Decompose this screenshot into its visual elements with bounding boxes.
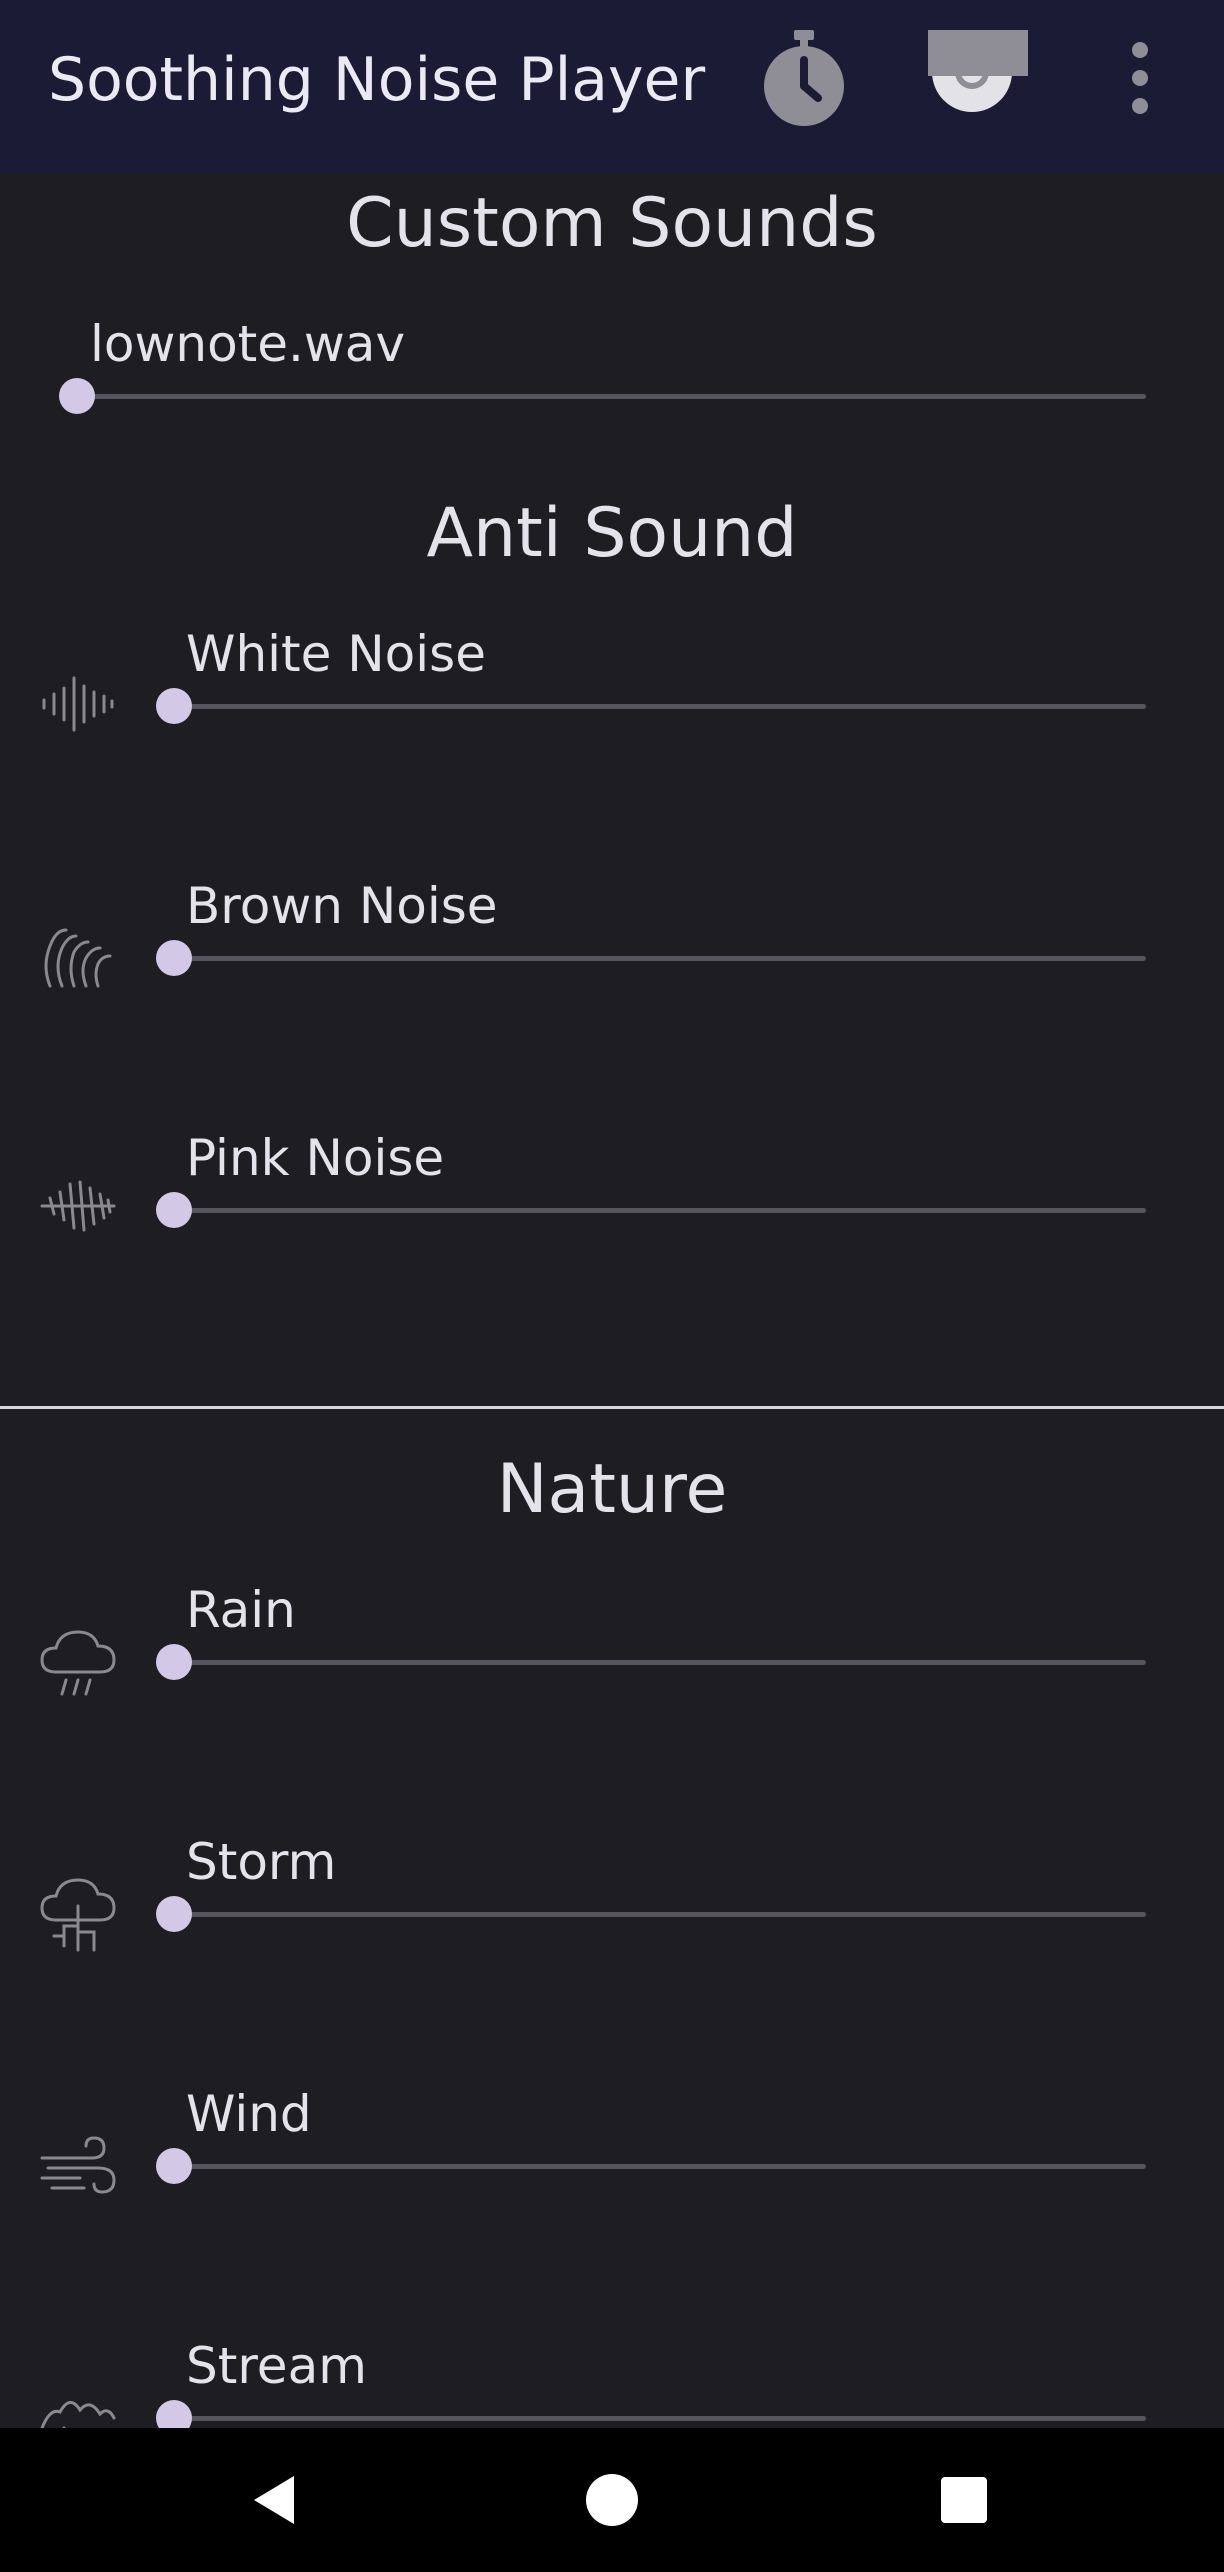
back-button[interactable] xyxy=(240,2464,312,2536)
custom-sounds-title: Custom Sounds xyxy=(346,184,878,263)
slider-thumb[interactable] xyxy=(156,1644,192,1680)
volume-slider-pink-noise[interactable] xyxy=(156,1190,1146,1230)
slider-track xyxy=(173,704,1146,709)
more-options-icon[interactable] xyxy=(1122,40,1158,116)
sound-list[interactable]: Custom Sounds lownote.wav Anti Sound Whi… xyxy=(0,174,1224,2428)
pink-noise-icon xyxy=(40,1180,116,1232)
sound-label: Pink Noise xyxy=(186,1129,445,1187)
system-nav-bar xyxy=(0,2428,1224,2572)
sound-label: White Noise xyxy=(186,625,486,683)
slider-thumb[interactable] xyxy=(156,940,192,976)
recents-icon xyxy=(941,2477,987,2523)
sound-row-rain: Rain xyxy=(0,1580,1224,1780)
sound-label: Rain xyxy=(186,1581,296,1639)
brown-noise-icon xyxy=(44,928,112,988)
volume-slider-wind[interactable] xyxy=(156,2146,1146,2186)
slider-track xyxy=(173,2416,1146,2421)
slider-track xyxy=(173,1208,1146,1213)
volume-slider-lownote[interactable] xyxy=(59,376,1146,416)
slider-thumb[interactable] xyxy=(156,1192,192,1228)
app-title: Soothing Noise Player xyxy=(48,45,706,115)
volume-slider-white-noise[interactable] xyxy=(156,686,1146,726)
sound-label: lownote.wav xyxy=(90,315,406,373)
sound-row-stream: Stream xyxy=(0,2336,1224,2428)
volume-slider-storm[interactable] xyxy=(156,1894,1146,1934)
section-divider xyxy=(0,1406,1224,1409)
slider-thumb[interactable] xyxy=(156,1896,192,1932)
volume-slider-stream[interactable] xyxy=(156,2398,1146,2428)
sound-label: Wind xyxy=(186,2085,312,2143)
home-icon xyxy=(586,2474,638,2526)
sound-row-storm: Storm xyxy=(0,1832,1224,2032)
sound-label: Brown Noise xyxy=(186,877,498,935)
back-icon xyxy=(254,2476,294,2524)
recents-button[interactable] xyxy=(928,2464,1000,2536)
stream-icon xyxy=(40,2401,116,2428)
timer-icon[interactable] xyxy=(756,26,852,130)
sound-row-white-noise: White Noise xyxy=(0,624,1224,824)
app-bar: Soothing Noise Player xyxy=(0,0,1224,174)
nature-title: Nature xyxy=(496,1450,728,1529)
sound-row-pink-noise: Pink Noise xyxy=(0,1128,1224,1328)
slider-track xyxy=(173,2164,1146,2169)
slider-track xyxy=(173,956,1146,961)
wind-icon xyxy=(40,2136,116,2194)
home-button[interactable] xyxy=(576,2464,648,2536)
storm-icon xyxy=(40,1878,116,1952)
sound-row-lownote: lownote.wav xyxy=(0,314,1224,514)
cast-icon[interactable] xyxy=(924,28,1044,124)
volume-slider-rain[interactable] xyxy=(156,1642,1146,1682)
screen: Soothing Noise Player Custom Sounds lown… xyxy=(0,0,1224,2572)
anti-sound-title: Anti Sound xyxy=(426,494,798,573)
sound-row-wind: Wind xyxy=(0,2084,1224,2284)
slider-thumb[interactable] xyxy=(156,2148,192,2184)
rain-icon xyxy=(40,1630,116,1696)
slider-thumb[interactable] xyxy=(156,688,192,724)
sound-label: Stream xyxy=(186,2337,367,2395)
white-noise-icon xyxy=(42,676,114,732)
slider-thumb[interactable] xyxy=(59,378,95,414)
sound-row-brown-noise: Brown Noise xyxy=(0,876,1224,1076)
slider-track xyxy=(173,1660,1146,1665)
slider-thumb[interactable] xyxy=(156,2400,192,2428)
slider-track xyxy=(173,1912,1146,1917)
slider-track xyxy=(76,394,1146,399)
volume-slider-brown-noise[interactable] xyxy=(156,938,1146,978)
sound-label: Storm xyxy=(186,1833,337,1891)
